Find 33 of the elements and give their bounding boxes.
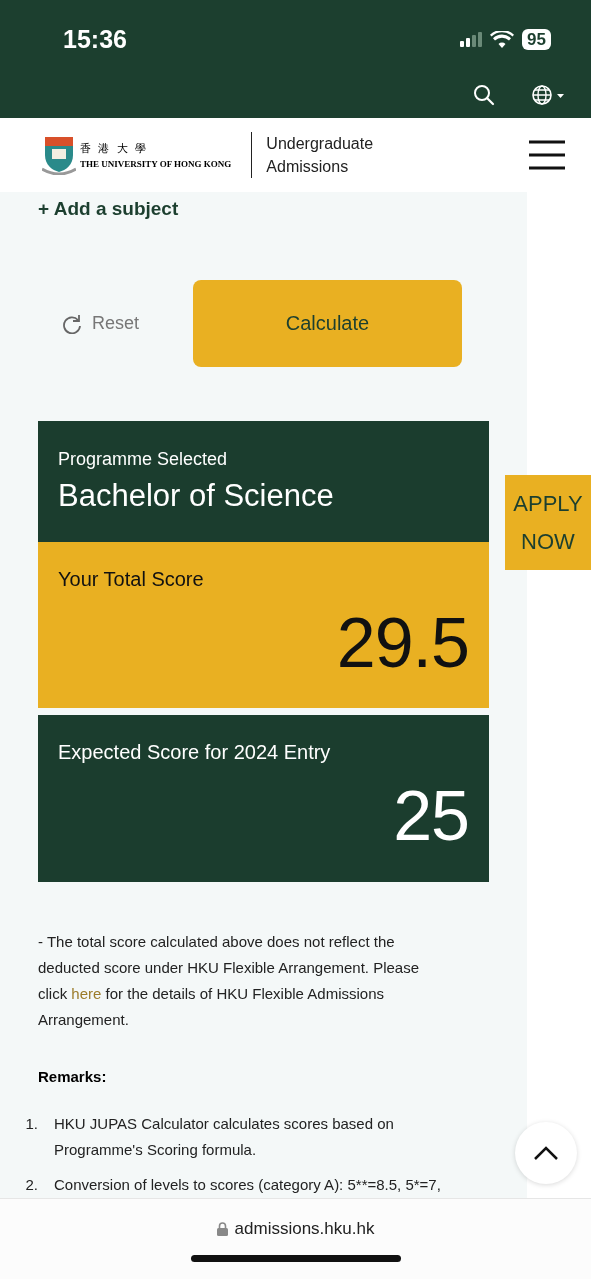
search-icon[interactable] <box>473 84 495 106</box>
note-paragraph: - The total score calculated above does not reflect the deducted score under HKU Flexible Arrangement. Please click here for the details of HKU Flexible Admissions Arrangement. <box>38 932 421 1030</box>
remarks-heading: Remarks: <box>38 1068 107 1085</box>
crest-icon <box>42 135 76 175</box>
apply-now-button[interactable]: APPLY NOW <box>505 475 591 570</box>
card-label: Programme Selected <box>58 448 229 470</box>
university-english-name: THE UNIVERSITY OF HONG KONG <box>80 159 232 169</box>
list-number: 2. <box>24 1175 38 1195</box>
add-subject-link[interactable]: + Add a subject <box>38 198 179 220</box>
menu-icon[interactable] <box>529 140 565 170</box>
card-label: Your Total Score <box>58 567 205 591</box>
remark-text: HKU JUPAS Calculator calculates scores based on Programme's Scoring formula. <box>54 1114 395 1160</box>
url-text[interactable]: admissions.hku.hk <box>234 1219 375 1239</box>
calculate-button[interactable]: Calculate <box>193 280 462 367</box>
wifi-icon <box>490 30 515 48</box>
university-chinese-name: 香 港 大 學 <box>80 141 150 156</box>
chevron-up-icon <box>533 1145 559 1161</box>
battery-indicator: 95 <box>522 28 551 50</box>
globe-icon[interactable] <box>531 84 565 106</box>
site-title: Undergraduate <box>266 134 374 154</box>
reset-icon <box>62 313 82 334</box>
status-time: 15:36 <box>63 24 127 54</box>
here-link[interactable]: here <box>71 985 102 1002</box>
expected-score-value: 25 <box>393 776 469 857</box>
reset-button[interactable]: Reset <box>62 313 193 334</box>
total-score-value: 29.5 <box>336 602 469 683</box>
site-subtitle: Admissions <box>266 157 350 177</box>
lock-icon <box>216 1222 228 1236</box>
signal-icon <box>460 31 483 47</box>
card-label: Expected Score for 2024 Entry <box>58 741 332 765</box>
list-number: 1. <box>24 1114 38 1134</box>
remark-text: Conversion of levels to scores (category A): 5**=8.5, 5*=7, <box>54 1175 442 1195</box>
programme-name: Bachelor of Science <box>58 477 335 514</box>
